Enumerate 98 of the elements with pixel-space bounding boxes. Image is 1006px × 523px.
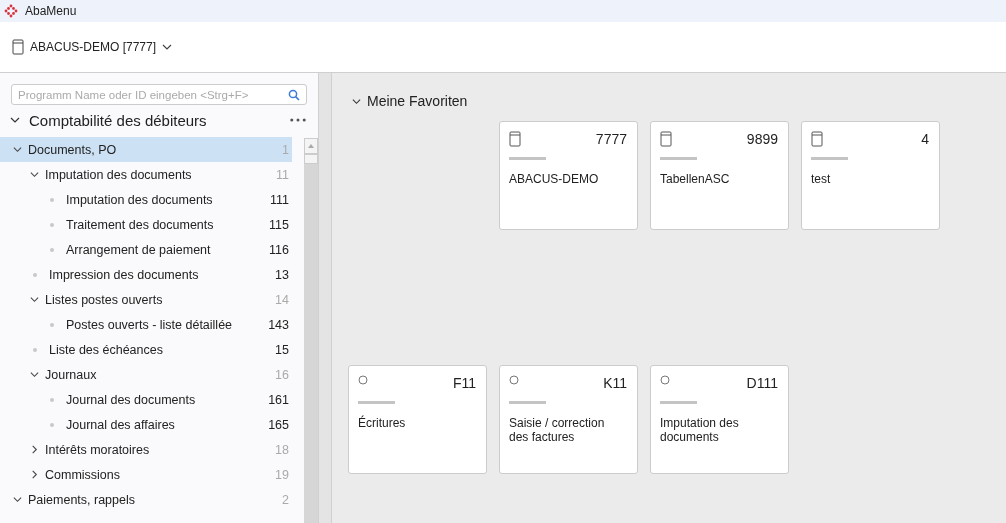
window-title: AbaMenu [25,4,77,18]
database-icon [811,131,823,147]
item-number: 161 [268,392,289,407]
tree-item[interactable]: Documents, PO 1 [0,137,292,162]
item-label: Commissions [45,467,121,482]
database-icon [660,131,672,147]
item-label: Journal des affaires [66,417,176,432]
bullet-icon [50,422,54,427]
card-id: 9899 [746,131,778,147]
module-title: Comptabilité des débiteurs [29,111,208,129]
circle-icon [660,375,670,385]
favorite-card[interactable]: D111 Imputation des documents [650,365,789,474]
chevron-icon[interactable] [352,96,361,106]
chevron-icon[interactable] [30,295,39,304]
tree-item[interactable]: Liste des échéances 15 [0,337,292,362]
bullet-icon [50,247,54,252]
card-id: 7777 [595,131,627,147]
bullet-icon [50,197,54,202]
section-title: Meine Favoriten [367,93,468,109]
item-number: 2 [282,492,289,507]
chevron-icon[interactable] [30,170,39,179]
tree-item[interactable]: Journaux 16 [0,362,292,387]
chevron-icon[interactable] [13,495,22,504]
card-title: test [811,172,832,186]
item-label: Journaux [45,367,98,382]
tree-item[interactable]: Imputation des documents 111 [0,187,292,212]
bullet-icon [33,347,37,352]
item-label: Imputation des documents [45,167,193,182]
tree-item[interactable]: Paiements, rappels 2 [0,487,292,512]
chevron-icon[interactable] [30,370,39,379]
bullet-icon [50,397,54,402]
item-label: Intérêts moratoires [45,442,151,457]
database-icon [12,39,24,55]
item-number: 116 [269,242,289,257]
item-label: Postes ouverts - liste détaillée [66,317,234,332]
chevron-icon[interactable] [13,145,22,154]
card-id: F11 [452,375,476,391]
item-number: 15 [275,342,289,357]
favorite-card[interactable]: 9899 TabellenASC [650,121,789,230]
company-selector[interactable]: ABACUS-DEMO [7777] [12,39,173,55]
scrollbar[interactable] [304,138,318,523]
chevron-icon[interactable] [30,445,39,454]
database-icon [509,131,521,147]
card-title: TabellenASC [660,172,731,186]
favorite-card[interactable]: 4 test [801,121,940,230]
search-icon [288,88,300,101]
scroll-thumb[interactable] [304,154,318,164]
item-number: 11 [276,167,289,182]
tree-item[interactable]: Intérêts moratoires 18 [0,437,292,462]
item-label: Listes postes ouverts [45,292,164,307]
tree-item[interactable]: Arrangement de paiement 116 [0,237,292,262]
item-number: 19 [275,467,289,482]
bullet-icon [33,272,37,277]
chevron-icon[interactable] [30,470,39,479]
tree-item[interactable]: Listes postes ouverts 14 [0,287,292,312]
favorite-card[interactable]: F11 Écritures [348,365,487,474]
bullet-icon [50,322,54,327]
more-icon[interactable] [290,118,306,122]
search-field[interactable]: Programm Name oder ID eingeben <Strg+F> [11,84,307,105]
item-number: 111 [270,192,289,207]
card-id: K11 [603,375,627,391]
item-label: Documents, PO [28,142,118,157]
item-label: Traitement des documents [66,217,215,232]
card-id: 4 [921,131,929,147]
item-number: 18 [275,442,289,457]
item-number: 165 [268,417,289,432]
card-title: Imputation des documents [660,416,740,444]
favorite-card[interactable]: 7777 ABACUS-DEMO [499,121,638,230]
bullet-icon [50,222,54,227]
card-title: Saisie / correction des factures [509,416,606,444]
item-number: 13 [275,267,289,282]
item-number: 14 [275,292,289,307]
tree-item[interactable]: Commissions 19 [0,462,292,487]
favorite-card[interactable]: K11 Saisie / correction des factures [499,365,638,474]
item-number: 1 [282,142,289,157]
card-id: D111 [746,375,778,391]
caret-icon [162,44,173,50]
item-label: Impression des documents [49,267,200,282]
item-number: 16 [275,367,289,382]
circle-icon [509,375,519,385]
item-label: Journal des documents [66,392,197,407]
item-label: Liste des échéances [49,342,164,357]
card-title: ABACUS-DEMO [509,172,600,186]
tree-item[interactable]: Imputation des documents 11 [0,162,292,187]
card-title: Écritures [358,416,407,430]
tree-item[interactable]: Traitement des documents 115 [0,212,292,237]
item-number: 115 [269,217,289,232]
item-label: Arrangement de paiement [66,242,212,257]
item-label: Paiements, rappels [28,492,136,507]
item-label: Imputation des documents [66,192,214,207]
chevron-icon[interactable] [10,115,20,125]
tree-item[interactable]: Journal des affaires 165 [0,412,292,437]
tree-item[interactable]: Journal des documents 161 [0,387,292,412]
app-logo-icon [4,4,18,18]
tree-item[interactable]: Postes ouverts - liste détaillée 143 [0,312,292,337]
tree-item[interactable]: Impression des documents 13 [0,262,292,287]
circle-icon [358,375,368,385]
item-number: 143 [268,317,289,332]
